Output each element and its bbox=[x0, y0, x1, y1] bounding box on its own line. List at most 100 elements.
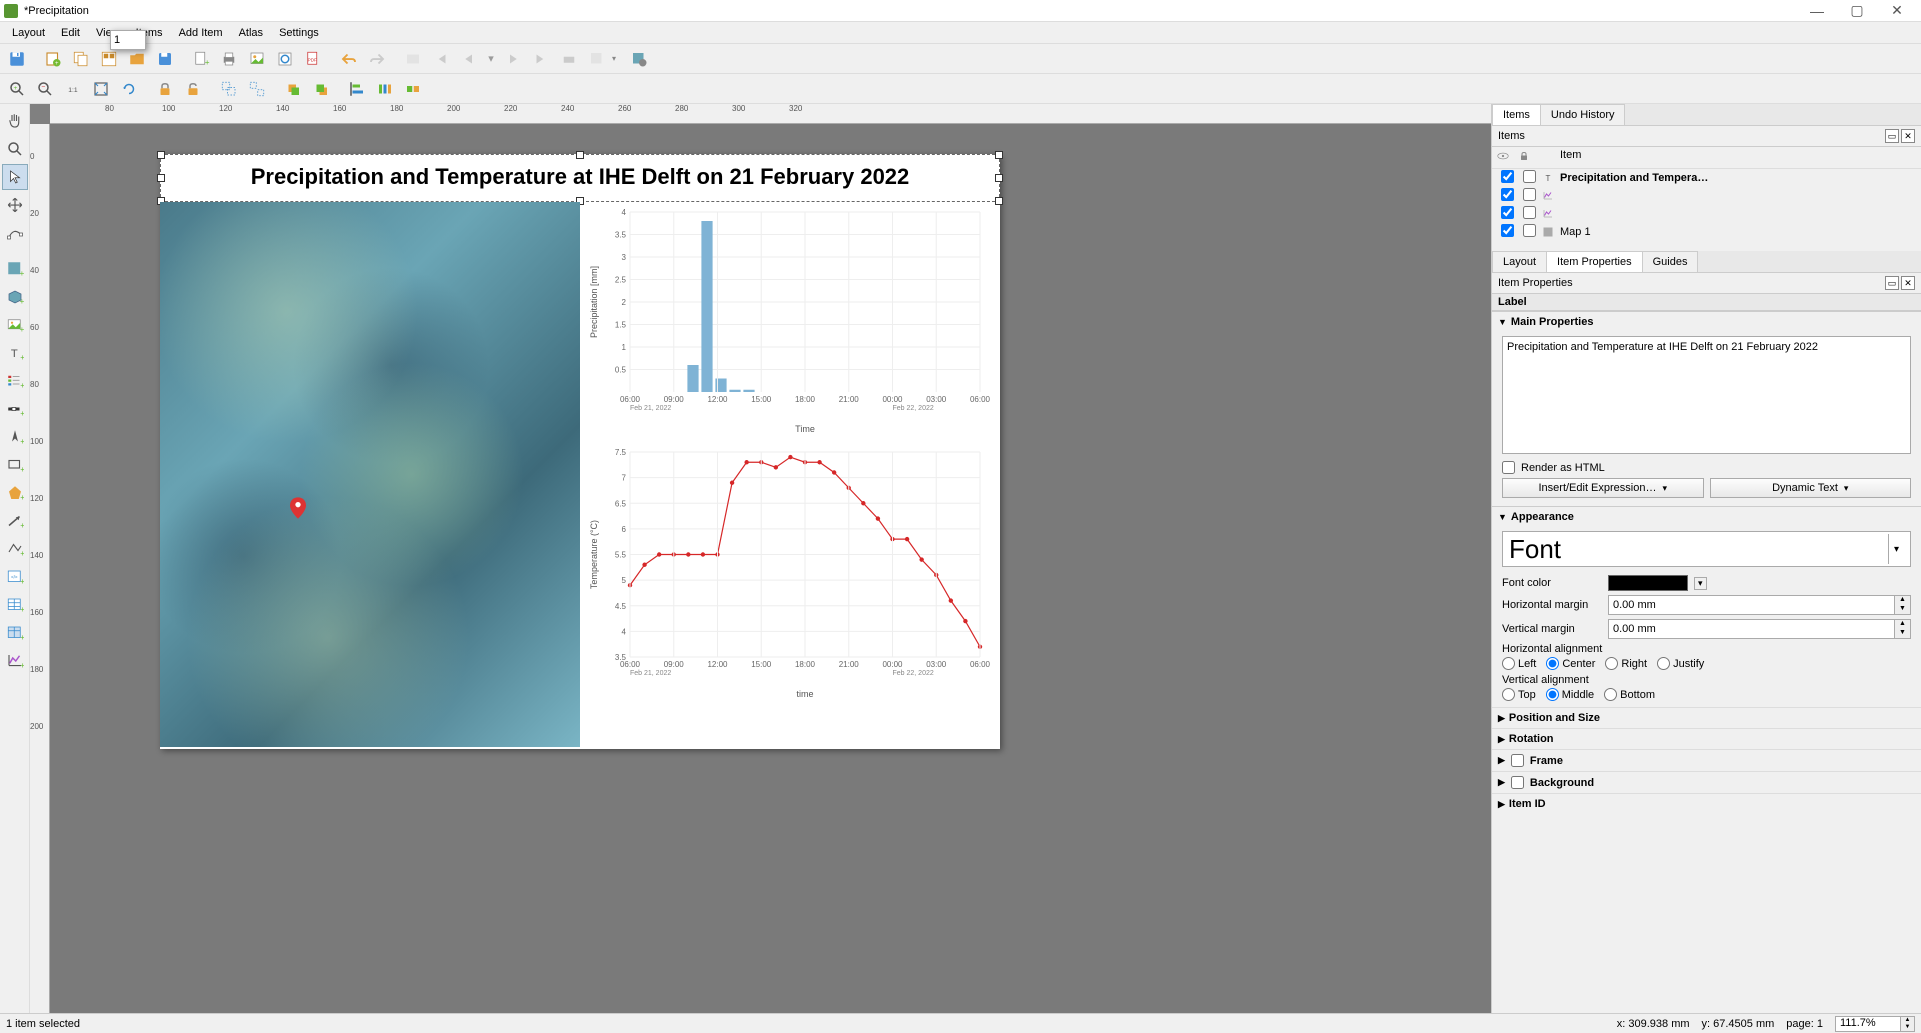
close-button[interactable]: ✕ bbox=[1877, 0, 1917, 22]
item-row[interactable] bbox=[1492, 187, 1921, 205]
item-row[interactable]: Map 1 bbox=[1492, 223, 1921, 241]
insert-expression-button[interactable]: Insert/Edit Expression… bbox=[1502, 478, 1704, 498]
halign-radio-center[interactable]: Center bbox=[1546, 657, 1595, 670]
font-selector[interactable]: Font ▾ bbox=[1502, 531, 1911, 567]
layout-plot-temperature[interactable]: 3.544.555.566.577.506:00Feb 21, 202209:0… bbox=[585, 442, 995, 702]
section-main-properties[interactable]: ▼Main Properties bbox=[1492, 312, 1921, 332]
dropdown-icon[interactable]: ▾ bbox=[1694, 577, 1707, 590]
item-row[interactable] bbox=[1492, 205, 1921, 223]
layout-plot-precipitation[interactable]: 0.511.522.533.5406:00Feb 21, 202209:0012… bbox=[585, 202, 995, 437]
atlas-first-icon[interactable] bbox=[428, 46, 454, 72]
panel-float-icon[interactable]: ▭ bbox=[1885, 276, 1899, 290]
halign-radio-left[interactable]: Left bbox=[1502, 657, 1536, 670]
add-legend-icon[interactable]: + bbox=[2, 368, 28, 394]
move-content-tool-icon[interactable] bbox=[2, 192, 28, 218]
page-dropdown-icon[interactable]: ▾ bbox=[484, 46, 498, 72]
section-appearance[interactable]: ▼Appearance bbox=[1492, 507, 1921, 527]
add-plot-icon[interactable]: + bbox=[2, 648, 28, 674]
item-lock-checkbox[interactable] bbox=[1523, 188, 1536, 201]
section-position-and-size[interactable]: ▶Position and Size bbox=[1492, 707, 1921, 728]
atlas-prev-icon[interactable] bbox=[456, 46, 482, 72]
add-arrow-icon[interactable]: + bbox=[2, 508, 28, 534]
zoom-out-icon[interactable]: − bbox=[32, 76, 58, 102]
layout-map[interactable] bbox=[160, 202, 580, 747]
menu-atlas[interactable]: Atlas bbox=[231, 25, 271, 41]
horizontal-margin-input[interactable]: ▲▼ bbox=[1608, 595, 1911, 615]
font-color-swatch[interactable] bbox=[1608, 575, 1688, 591]
item-lock-checkbox[interactable] bbox=[1523, 206, 1536, 219]
valign-radio-top[interactable]: Top bbox=[1502, 688, 1536, 701]
select-tool-icon[interactable] bbox=[2, 164, 28, 190]
tab-undo-history[interactable]: Undo History bbox=[1540, 104, 1626, 125]
lower-icon[interactable] bbox=[308, 76, 334, 102]
add-table-icon[interactable]: + bbox=[2, 592, 28, 618]
item-visible-checkbox[interactable] bbox=[1501, 170, 1514, 183]
minimize-button[interactable]: — bbox=[1797, 0, 1837, 22]
halign-radio-right[interactable]: Right bbox=[1605, 657, 1647, 670]
halign-radio-justify[interactable]: Justify bbox=[1657, 657, 1704, 670]
add-shape-icon[interactable]: + bbox=[2, 452, 28, 478]
export-pdf-icon[interactable]: PDF bbox=[300, 46, 326, 72]
layout-title-label[interactable]: Precipitation and Temperature at IHE Del… bbox=[160, 164, 1000, 190]
atlas-next-icon[interactable] bbox=[500, 46, 526, 72]
render-html-checkbox[interactable] bbox=[1502, 461, 1515, 474]
print-icon[interactable] bbox=[216, 46, 242, 72]
zoom-actual-icon[interactable]: 1:1 bbox=[60, 76, 86, 102]
ungroup-icon[interactable] bbox=[244, 76, 270, 102]
label-text-input[interactable] bbox=[1502, 336, 1911, 454]
dropdown-icon[interactable]: ▾ bbox=[1888, 534, 1904, 564]
align-left-icon[interactable] bbox=[344, 76, 370, 102]
add-map-icon[interactable]: + bbox=[2, 256, 28, 282]
atlas-print-icon[interactable] bbox=[556, 46, 582, 72]
distribute-icon[interactable] bbox=[372, 76, 398, 102]
add-page-icon[interactable]: + bbox=[188, 46, 214, 72]
zoom-full-icon[interactable] bbox=[88, 76, 114, 102]
atlas-last-icon[interactable] bbox=[528, 46, 554, 72]
menu-edit[interactable]: Edit bbox=[53, 25, 88, 41]
atlas-page-input[interactable] bbox=[110, 30, 146, 50]
zoom-in-icon[interactable]: + bbox=[4, 76, 30, 102]
valign-radio-bottom[interactable]: Bottom bbox=[1604, 688, 1655, 701]
section-rotation[interactable]: ▶Rotation bbox=[1492, 728, 1921, 749]
atlas-export-icon[interactable] bbox=[584, 46, 610, 72]
layout-page[interactable]: Precipitation and Temperature at IHE Del… bbox=[160, 154, 1000, 749]
group-icon[interactable] bbox=[216, 76, 242, 102]
pan-tool-icon[interactable] bbox=[2, 108, 28, 134]
redo-icon[interactable] bbox=[364, 46, 390, 72]
zoom-level-input[interactable]: 111.7%▲▼ bbox=[1835, 1016, 1915, 1032]
tab-items[interactable]: Items bbox=[1492, 104, 1541, 125]
export-image-icon[interactable] bbox=[244, 46, 270, 72]
item-lock-checkbox[interactable] bbox=[1523, 224, 1536, 237]
panel-float-icon[interactable]: ▭ bbox=[1885, 129, 1899, 143]
tab-guides[interactable]: Guides bbox=[1642, 251, 1699, 272]
add-fixedtable-icon[interactable]: + bbox=[2, 620, 28, 646]
atlas-settings-icon[interactable] bbox=[626, 46, 652, 72]
refresh-icon[interactable] bbox=[116, 76, 142, 102]
maximize-button[interactable]: ▢ bbox=[1837, 0, 1877, 22]
duplicate-layout-icon[interactable] bbox=[68, 46, 94, 72]
new-layout-icon[interactable]: + bbox=[40, 46, 66, 72]
add-label-icon[interactable]: T+ bbox=[2, 340, 28, 366]
tab-layout[interactable]: Layout bbox=[1492, 251, 1547, 272]
add-nodeitem-icon[interactable]: + bbox=[2, 536, 28, 562]
resize-icon[interactable] bbox=[400, 76, 426, 102]
item-visible-checkbox[interactable] bbox=[1501, 224, 1514, 237]
dynamic-text-button[interactable]: Dynamic Text bbox=[1710, 478, 1912, 498]
add-marker-icon[interactable]: + bbox=[2, 480, 28, 506]
add-3dmap-icon[interactable]: + bbox=[2, 284, 28, 310]
edit-nodes-tool-icon[interactable] bbox=[2, 220, 28, 246]
item-lock-checkbox[interactable] bbox=[1523, 170, 1536, 183]
menu-settings[interactable]: Settings bbox=[271, 25, 327, 41]
add-scalebar-icon[interactable]: + bbox=[2, 396, 28, 422]
save-template-icon[interactable] bbox=[152, 46, 178, 72]
unlock-icon[interactable] bbox=[180, 76, 206, 102]
vertical-margin-input[interactable]: ▲▼ bbox=[1608, 619, 1911, 639]
item-visible-checkbox[interactable] bbox=[1501, 188, 1514, 201]
panel-close-icon[interactable]: ✕ bbox=[1901, 129, 1915, 143]
raise-icon[interactable] bbox=[280, 76, 306, 102]
add-html-icon[interactable]: </>+ bbox=[2, 564, 28, 590]
valign-radio-middle[interactable]: Middle bbox=[1546, 688, 1594, 701]
section-background[interactable]: ▶Background bbox=[1492, 771, 1921, 793]
add-northarrow-icon[interactable]: + bbox=[2, 424, 28, 450]
tab-item-properties[interactable]: Item Properties bbox=[1546, 251, 1643, 272]
